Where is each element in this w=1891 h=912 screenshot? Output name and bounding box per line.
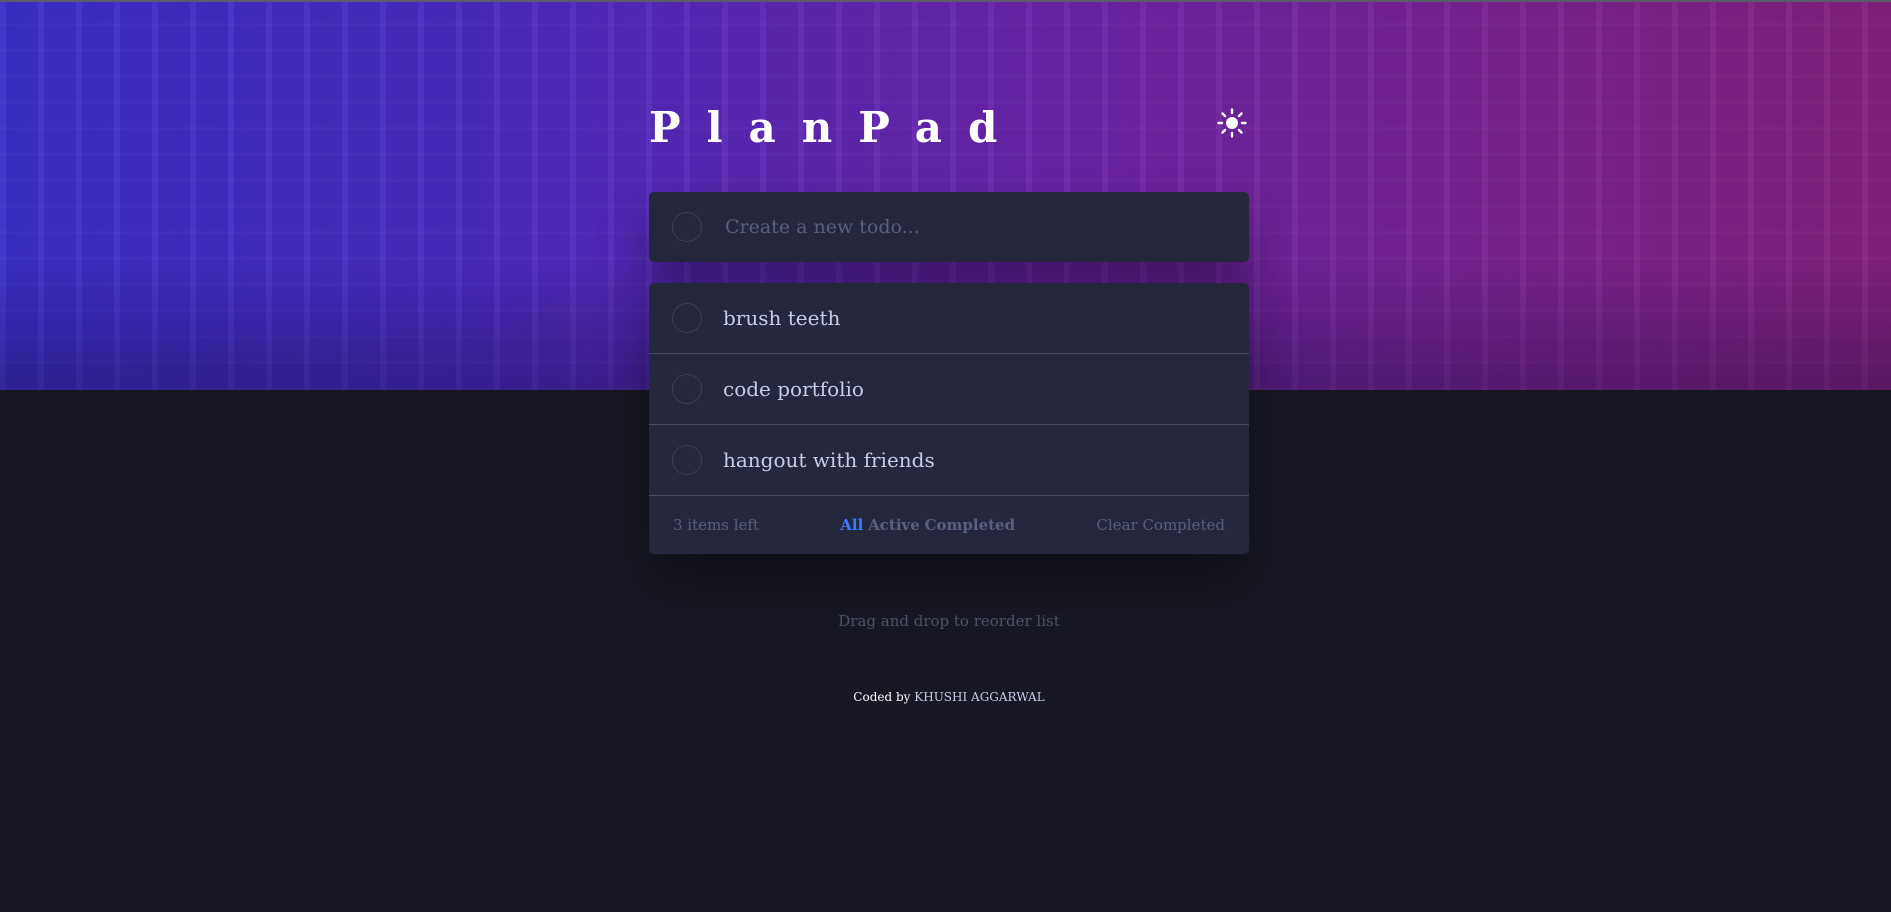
new-todo-check-circle[interactable] xyxy=(672,212,702,242)
todo-list: brush teeth code portfolio hangout with … xyxy=(649,283,1249,554)
new-todo-form xyxy=(649,192,1249,262)
reorder-hint: Drag and drop to reorder list xyxy=(838,612,1060,630)
filter-active[interactable]: Active xyxy=(868,516,920,534)
todo-check-circle[interactable] xyxy=(672,445,702,475)
list-footer: 3 items left All Active Completed Clear … xyxy=(649,496,1249,554)
new-todo-input[interactable] xyxy=(723,206,1249,248)
items-left-count: 3 items left xyxy=(673,516,759,534)
filter-completed[interactable]: Completed xyxy=(925,516,1016,534)
top-border xyxy=(0,0,1891,2)
filter-all[interactable]: All xyxy=(840,516,863,534)
todo-item[interactable]: hangout with friends xyxy=(649,425,1249,496)
filter-group: All Active Completed xyxy=(840,516,1015,534)
todo-text: brush teeth xyxy=(723,306,841,330)
credit: Coded by KHUSHI AGGARWAL xyxy=(649,690,1249,704)
clear-completed-button[interactable]: Clear Completed xyxy=(1096,516,1225,534)
todo-item[interactable]: brush teeth xyxy=(649,283,1249,354)
credit-prefix: Coded by xyxy=(853,690,911,704)
page-title: PlanPad xyxy=(649,103,1024,152)
todo-check-circle[interactable] xyxy=(672,303,702,333)
todo-text: code portfolio xyxy=(723,377,864,401)
todo-item[interactable]: code portfolio xyxy=(649,354,1249,425)
header: PlanPad xyxy=(649,100,1249,156)
todo-check-circle[interactable] xyxy=(672,374,702,404)
sun-icon[interactable] xyxy=(1215,106,1249,140)
todo-text: hangout with friends xyxy=(723,448,935,472)
author-link[interactable]: KHUSHI AGGARWAL xyxy=(914,690,1044,704)
